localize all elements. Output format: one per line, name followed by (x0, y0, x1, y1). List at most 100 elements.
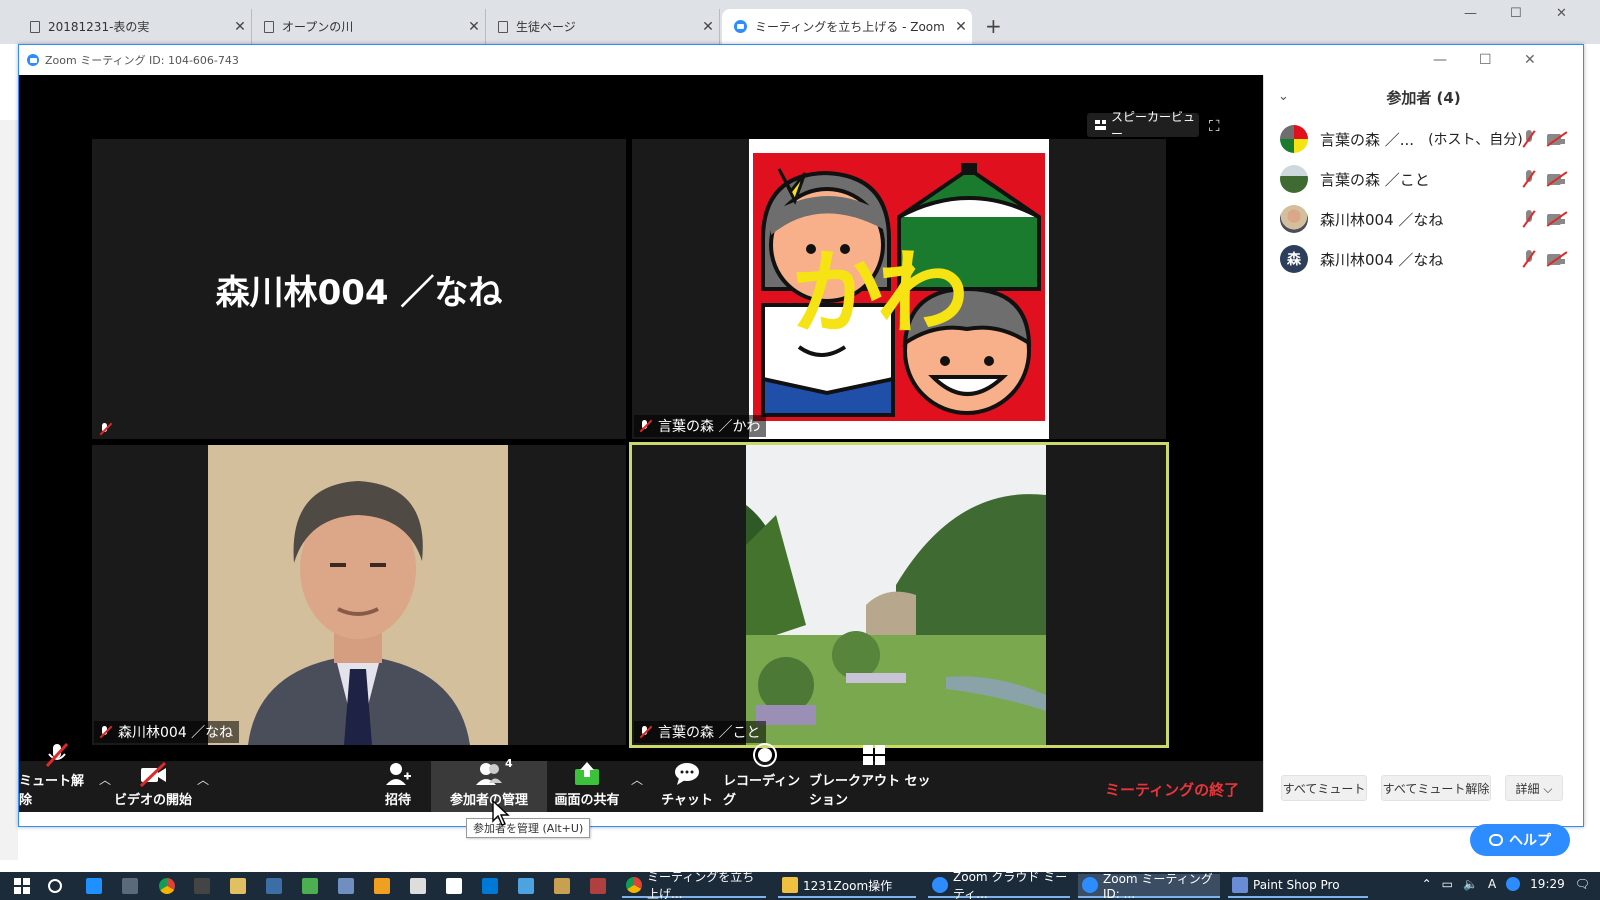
browser-tab-4[interactable]: ミーティングを立ち上げる - Zoom ✕ (722, 9, 972, 44)
video-off-icon (1545, 169, 1569, 189)
toolbar-label: 参加者の管理 (449, 793, 528, 808)
taskbar-pinned-app[interactable] (334, 874, 359, 898)
taskbar-window-zoom-cloud[interactable]: Zoom クラウド ミーティ... (928, 870, 1070, 900)
taskbar-pinned-app[interactable] (406, 874, 431, 898)
new-tab-button[interactable]: + (985, 14, 1002, 38)
participant-name: 森川林004 ／なね (1320, 250, 1444, 269)
document-icon (498, 20, 508, 33)
taskbar-pinned-app[interactable] (478, 874, 503, 898)
minimize-icon[interactable]: — (1464, 6, 1477, 21)
mic-muted-icon[interactable] (1519, 169, 1539, 189)
video-tile[interactable]: 森川林004 ／なね (92, 445, 626, 745)
kawa-overlay-text: かわ (791, 239, 969, 347)
app-icon (302, 878, 318, 894)
profile-picture-river (746, 445, 1046, 745)
browser-tab-3[interactable]: 生徒ページ ✕ (486, 9, 720, 44)
tab-close-icon[interactable]: ✕ (950, 19, 972, 35)
show-hidden-icons-chevron-icon[interactable]: ⌃ (1422, 877, 1432, 891)
share-screen-icon (573, 761, 601, 787)
video-options-chevron-icon[interactable]: ︿ (197, 771, 209, 788)
breakout-session-button[interactable]: ブレークアウト セッション (809, 745, 939, 812)
close-icon[interactable]: ✕ (1524, 52, 1536, 68)
ime-indicator[interactable]: A (1488, 877, 1496, 891)
record-button[interactable]: レコーディング (723, 743, 807, 812)
search-button[interactable] (44, 874, 68, 898)
invite-button[interactable]: 招待 (373, 761, 423, 812)
network-icon[interactable]: ▭ (1442, 877, 1453, 891)
taskbar-pinned-app[interactable] (298, 874, 323, 898)
toolbar-label: ビデオの開始 (113, 793, 192, 808)
tab-close-icon[interactable]: ✕ (463, 19, 485, 35)
participants-count-badge: 4 (505, 757, 513, 770)
taskbar-window-chrome[interactable]: ミーティングを立ち上げ... (622, 870, 766, 900)
profile-picture-portrait (208, 445, 508, 745)
app-tray-icon[interactable] (1506, 877, 1521, 891)
profile-picture-kawa: かわ (749, 139, 1049, 439)
maximize-icon[interactable]: ☐ (1510, 6, 1522, 21)
video-tile[interactable]: かわ 言葉の森 ／かわ (632, 139, 1166, 439)
video-tile-active-speaker[interactable]: 言葉の森 ／こと (629, 442, 1169, 748)
audio-options-chevron-icon[interactable]: ︿ (99, 771, 111, 788)
taskbar-pinned-app[interactable] (442, 874, 467, 898)
taskbar-pinned-app[interactable] (226, 874, 251, 898)
taskbar-pinned-app[interactable] (550, 874, 575, 898)
taskbar-pinned-app[interactable] (262, 874, 287, 898)
chat-bubble-icon (1489, 834, 1503, 846)
mic-muted-icon (43, 742, 71, 768)
taskbar-pinned-app[interactable] (118, 874, 143, 898)
app-icon (554, 878, 570, 894)
share-screen-button[interactable]: 画面の共有 (551, 761, 623, 812)
browser-tab-1[interactable]: 20181231-表の実 ✕ (18, 9, 252, 44)
taskbar-pinned-app[interactable] (514, 874, 539, 898)
taskbar-pinned-app[interactable] (586, 874, 611, 898)
taskbar-window-folder[interactable]: 1231Zoom操作 (778, 874, 916, 898)
notifications-icon[interactable]: 🗨 (1575, 877, 1590, 891)
taskbar-pinned-app[interactable] (155, 874, 180, 898)
minimize-icon[interactable]: — (1433, 52, 1447, 68)
mic-muted-icon[interactable] (1519, 129, 1539, 149)
browser-tab-2[interactable]: オープンの川 ✕ (252, 9, 486, 44)
clock[interactable]: 19:29 (1530, 877, 1565, 891)
taskbar-pinned-app[interactable] (82, 874, 107, 898)
participant-row[interactable]: 言葉の森 ／... (ホスト、自分) (1264, 119, 1583, 159)
manage-participants-button[interactable]: 4 参加者の管理 (431, 757, 547, 812)
start-video-button[interactable]: ビデオの開始 (113, 761, 193, 812)
participant-role: (ホスト、自分) (1428, 132, 1523, 148)
taskbar-pinned-app[interactable] (370, 874, 395, 898)
end-meeting-button[interactable]: ミーティングの終了 (1105, 779, 1239, 800)
video-tile[interactable]: 森川林004 ／なね (92, 139, 626, 439)
unmute-button[interactable]: ミュート解除 (19, 742, 95, 812)
mute-all-button[interactable]: すべてミュート (1281, 775, 1367, 801)
participant-row[interactable]: 森川林004 ／なね (1264, 199, 1583, 239)
app-icon (518, 878, 534, 894)
maximize-icon[interactable]: ☐ (1479, 52, 1492, 68)
taskbar-window-paintshop[interactable]: Paint Shop Pro (1228, 874, 1368, 898)
tab-close-icon[interactable]: ✕ (229, 19, 251, 35)
volume-icon[interactable]: 🔈 (1463, 877, 1478, 891)
participant-row[interactable]: 言葉の森 ／こと (1264, 159, 1583, 199)
participant-status (1519, 249, 1569, 269)
taskbar-pinned-app[interactable] (190, 874, 215, 898)
breakout-grid-icon (860, 742, 888, 768)
unmute-all-button[interactable]: すべてミュート解除 (1381, 775, 1491, 801)
mic-muted-icon[interactable] (1519, 249, 1539, 269)
speaker-view-button[interactable]: スピーカービュー (1087, 110, 1199, 141)
chat-button[interactable]: チャット (659, 761, 715, 812)
windows-taskbar: ミーティングを立ち上げ... 1231Zoom操作 Zoom クラウド ミーティ… (0, 870, 1600, 900)
help-button[interactable]: ヘルプ (1470, 824, 1570, 856)
share-options-chevron-icon[interactable]: ︿ (631, 771, 643, 788)
video-off-icon (1545, 249, 1569, 269)
start-button[interactable] (10, 874, 36, 898)
more-options-button[interactable]: 詳細 ⌵ (1505, 775, 1563, 801)
mic-muted-icon[interactable] (1519, 209, 1539, 229)
tab-close-icon[interactable]: ✕ (697, 19, 719, 35)
tile-label: 森川林004 ／なね (94, 721, 240, 743)
taskbar-window-zoom-meeting[interactable]: Zoom ミーティング ID: ... (1078, 872, 1220, 900)
fullscreen-icon[interactable]: ⛶ (1209, 117, 1220, 135)
participant-row[interactable]: 森 森川林004 ／なね (1264, 239, 1583, 279)
zoom-meeting-window: Zoom ミーティング ID: 104-606-743 — ☐ ✕ スピーカービ… (18, 44, 1584, 827)
tab-title: 生徒ページ (516, 20, 576, 34)
participant-name-placeholder: 森川林004 ／なね (215, 272, 503, 313)
close-icon[interactable]: ✕ (1556, 6, 1567, 21)
speaker-view-label: スピーカービュー (1111, 110, 1196, 141)
